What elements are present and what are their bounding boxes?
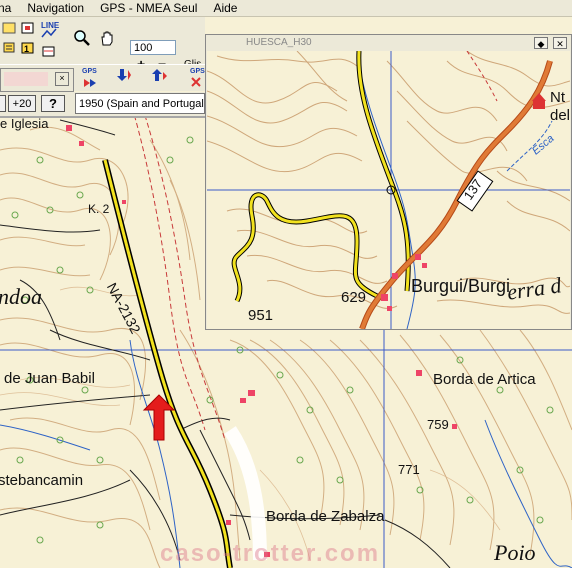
svg-text:1: 1 — [24, 44, 29, 54]
nav-button-row: +20 ? 1950 (Spain and Portugal) — [0, 92, 205, 116]
label-stebancamin: stebancamin — [0, 472, 84, 489]
menu-gps-nmea[interactable]: GPS - NMEA Seul — [92, 1, 205, 15]
label-951: 951 — [248, 307, 274, 324]
gps-send-icon[interactable] — [82, 76, 98, 90]
menu-aide[interactable]: Aide — [205, 1, 245, 15]
overview-map[interactable]: 137 Burgui/Burgi 629 951 Nt del erra d E… — [207, 51, 570, 329]
plus-20-button[interactable]: +20 — [8, 95, 36, 112]
label-ndoa: ndoa — [0, 284, 42, 309]
overview-menu-button[interactable]: ◆ — [534, 37, 548, 49]
line-icon[interactable] — [41, 27, 57, 41]
close-icon[interactable]: × — [55, 72, 69, 86]
label-771: 771 — [398, 462, 420, 477]
toolbar: 1 LINE 100 + − Glis — [0, 17, 205, 72]
menu-carte[interactable]: na — [0, 1, 19, 15]
label-borda-artica: Borda de Artica — [433, 371, 536, 388]
floating-panel: × — [0, 68, 74, 92]
scroll-left-button[interactable] — [0, 95, 6, 112]
route-icon[interactable] — [41, 45, 57, 59]
overview-titlebar[interactable]: HUESCA_H30 ◆ ✕ — [206, 35, 571, 51]
gps-download-icon[interactable] — [116, 68, 132, 82]
datum-field[interactable]: 1950 (Spain and Portugal) — [75, 93, 205, 114]
label-borda-zabalza: Borda de Zabalza — [266, 508, 385, 525]
gps-upload-icon[interactable] — [152, 68, 168, 82]
label-del: del — [550, 107, 570, 124]
panel-divider — [0, 116, 205, 118]
label-nt: Nt — [550, 89, 565, 106]
overview-title: HUESCA_H30 — [246, 37, 312, 48]
layer-icon[interactable] — [2, 41, 18, 55]
gps-stop-icon[interactable] — [190, 76, 204, 90]
watermark: caso-trotter.com — [160, 540, 381, 567]
label-629: 629 — [341, 289, 367, 306]
cursor-icon[interactable] — [2, 21, 18, 35]
gps-label-1[interactable]: GPS — [82, 68, 97, 75]
waypoint-icon[interactable]: 1 — [20, 41, 36, 55]
panel-preview — [4, 72, 48, 86]
overview-window[interactable]: HUESCA_H30 ◆ ✕ 137 Burgui/Burgi 629 951 … — [205, 34, 572, 330]
label-burgui: Burgui/Burgi — [411, 276, 511, 296]
menu-bar: na Navigation GPS - NMEA Seul Aide — [0, 0, 572, 17]
label-k2: K. 2 — [88, 202, 110, 216]
label-759: 759 — [427, 417, 449, 432]
gps-label-2[interactable]: GPS — [190, 68, 205, 75]
label-iglesia: e Iglesia — [0, 116, 49, 131]
label-poio: Poio — [494, 540, 536, 565]
help-button[interactable]: ? — [41, 95, 65, 112]
menu-navigation[interactable]: Navigation — [19, 1, 92, 15]
overview-close-button[interactable]: ✕ — [553, 37, 567, 49]
zoom-level-input[interactable]: 100 — [130, 40, 176, 55]
hand-pan-icon[interactable] — [98, 29, 116, 47]
label-juan-babil: de Juan Babil — [4, 370, 95, 387]
search-icon[interactable] — [73, 29, 91, 47]
zoom-fit-icon[interactable] — [20, 21, 36, 35]
